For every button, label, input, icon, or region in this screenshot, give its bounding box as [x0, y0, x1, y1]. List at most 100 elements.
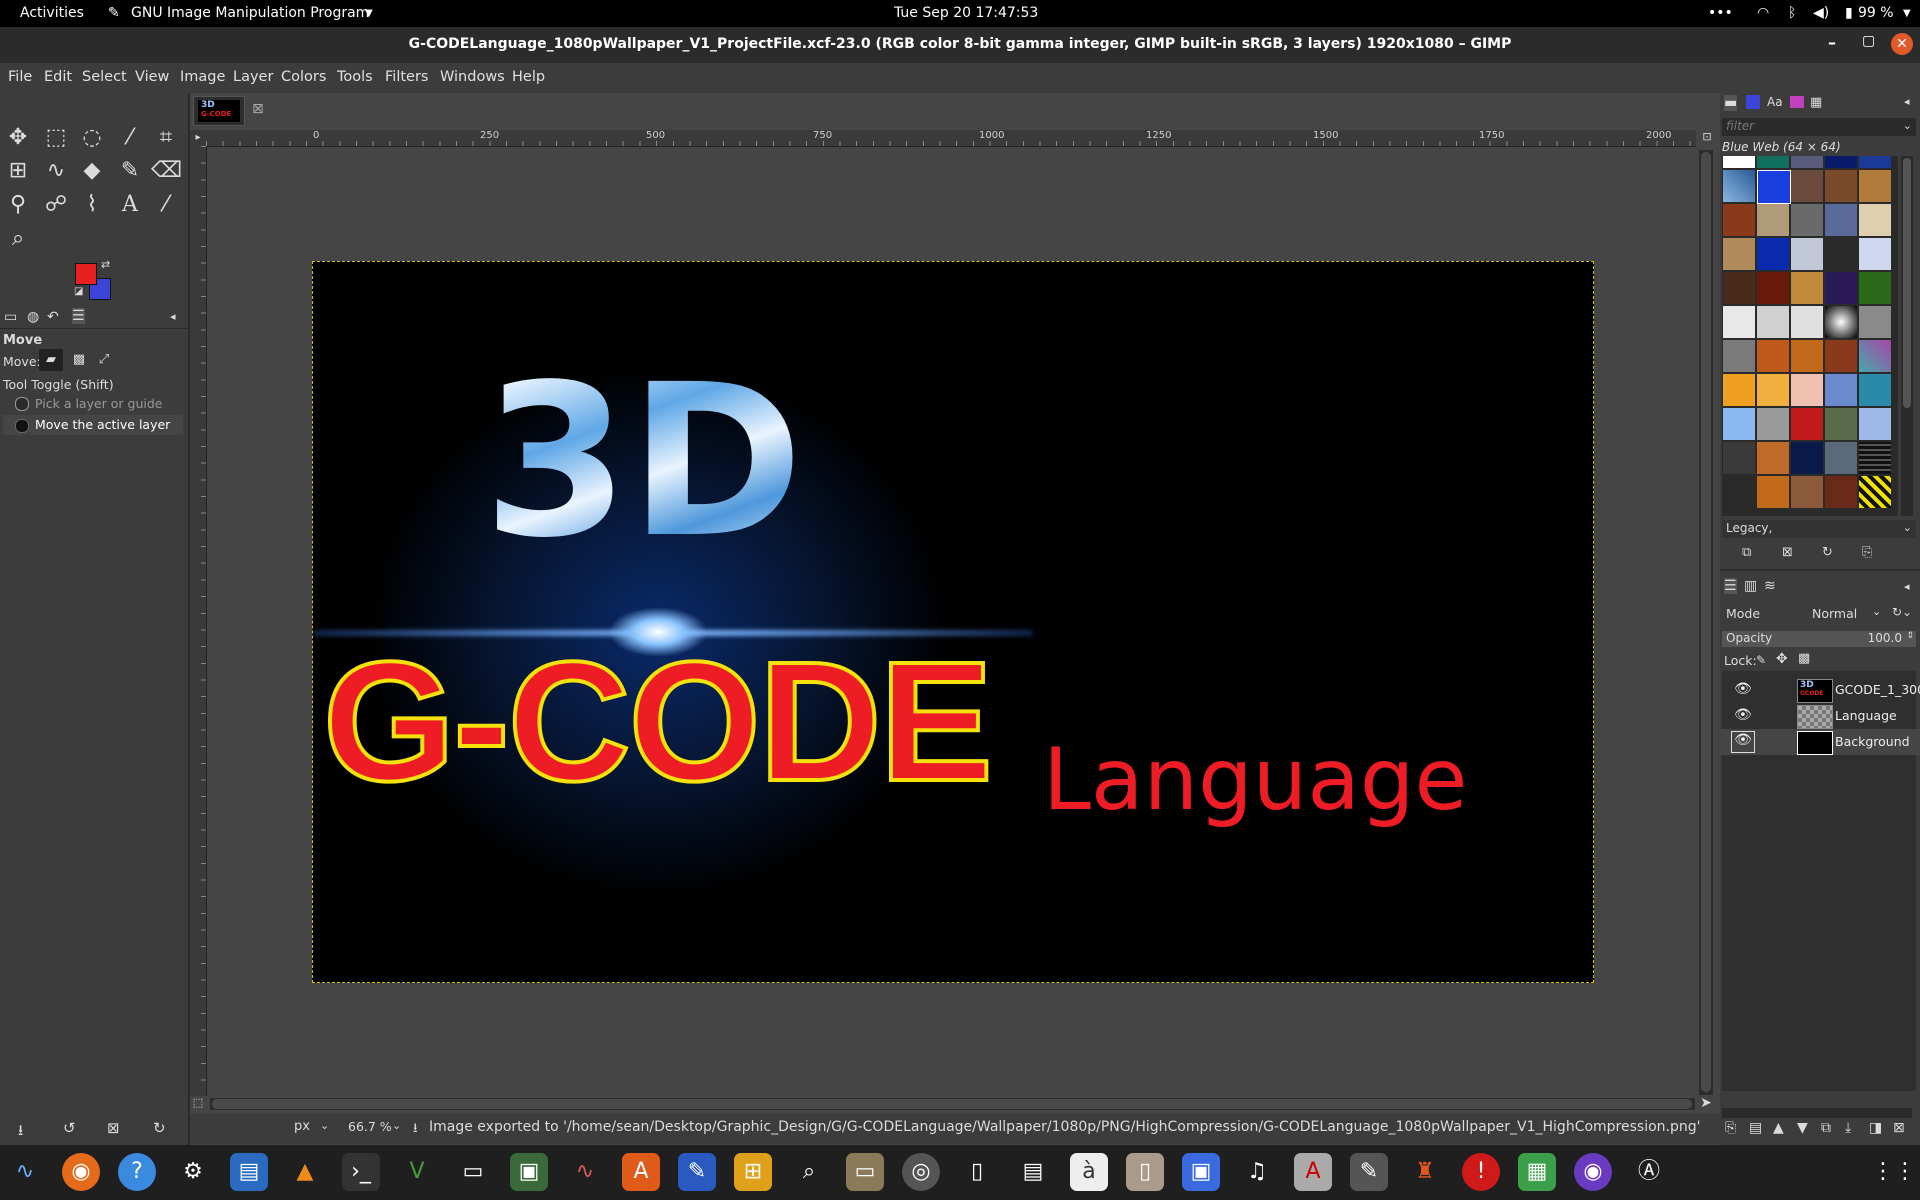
- move-selection-mode-icon[interactable]: ▩: [68, 349, 90, 371]
- lock-alpha-icon[interactable]: ▩: [1798, 651, 1810, 666]
- zoom-follow-icon[interactable]: ⊡: [1697, 130, 1717, 146]
- move-active-layer-radio[interactable]: [15, 419, 29, 433]
- quick-mask-corner-icon[interactable]: ▸: [190, 130, 206, 146]
- navigate-icon[interactable]: ➤: [1697, 1095, 1715, 1113]
- volume-icon[interactable]: ◀): [1813, 5, 1829, 21]
- calculator-icon[interactable]: ⊞: [734, 1153, 772, 1191]
- lock-position-icon[interactable]: ✥: [1776, 651, 1788, 667]
- pattern[interactable]: [1723, 204, 1755, 236]
- pattern[interactable]: [1825, 374, 1857, 406]
- pattern-scrollbar[interactable]: [1901, 156, 1913, 516]
- zoom-select[interactable]: 66.7 % ⌄: [348, 1117, 406, 1139]
- menu-image[interactable]: Image: [180, 69, 225, 85]
- brushes-tab-icon[interactable]: ▬: [1724, 95, 1738, 111]
- pattern[interactable]: [1757, 156, 1789, 168]
- configure-tab-icon[interactable]: ◂: [1904, 95, 1910, 108]
- pattern[interactable]: [1791, 156, 1823, 168]
- system-menu-chevron-icon[interactable]: ▼: [1903, 8, 1911, 19]
- maximize-icon[interactable]: ▢: [1862, 33, 1875, 49]
- pattern[interactable]: [1757, 272, 1789, 304]
- screenshot-icon[interactable]: ◉: [1574, 1153, 1612, 1191]
- pattern[interactable]: [1825, 204, 1857, 236]
- gradients-tab-icon[interactable]: [1790, 96, 1804, 108]
- music-icon[interactable]: ♫: [1238, 1153, 1276, 1191]
- minimize-icon[interactable]: –: [1828, 33, 1836, 52]
- archive-icon[interactable]: ▯: [1126, 1153, 1164, 1191]
- delete-options-icon[interactable]: ⊠: [107, 1119, 120, 1137]
- pattern[interactable]: [1791, 272, 1823, 304]
- save-options-icon[interactable]: ⭳: [18, 1120, 23, 1145]
- software-icon[interactable]: A: [622, 1153, 660, 1191]
- pattern[interactable]: [1825, 272, 1857, 304]
- pattern[interactable]: [1859, 476, 1891, 508]
- pattern[interactable]: [1791, 170, 1823, 202]
- open-as-image-icon[interactable]: ⎘: [1862, 545, 1872, 560]
- duplicate-layer-icon[interactable]: ⧉: [1821, 1120, 1831, 1136]
- menu-tools[interactable]: Tools: [337, 69, 373, 85]
- layer-row-active[interactable]: 👁 Background: [1720, 729, 1920, 755]
- lower-layer-icon[interactable]: ▼: [1797, 1120, 1808, 1136]
- spin-icon[interactable]: ⇕: [1906, 631, 1914, 641]
- menu-layer[interactable]: Layer: [233, 69, 273, 85]
- pattern[interactable]: [1859, 272, 1891, 304]
- pattern[interactable]: [1859, 442, 1891, 474]
- eye-icon[interactable]: 👁: [1731, 731, 1755, 753]
- palettes-tab-icon[interactable]: ▦: [1810, 95, 1822, 110]
- activities-button[interactable]: Activities: [20, 5, 84, 21]
- move-tool-icon[interactable]: ✥: [3, 123, 33, 153]
- pattern[interactable]: [1723, 340, 1755, 372]
- system-monitor-icon[interactable]: ∿: [6, 1153, 44, 1191]
- settings-icon[interactable]: ⚙: [174, 1153, 212, 1191]
- gimp-icon[interactable]: ✎: [1350, 1153, 1388, 1191]
- pattern[interactable]: [1723, 306, 1755, 338]
- clone-icon[interactable]: ⚲: [3, 190, 33, 220]
- pattern[interactable]: [1791, 408, 1823, 440]
- color-picker-icon[interactable]: ⁄: [151, 190, 181, 220]
- raise-layer-icon[interactable]: ▲: [1773, 1120, 1784, 1136]
- pattern[interactable]: [1757, 204, 1789, 236]
- images-tab-icon[interactable]: ☰: [72, 308, 85, 324]
- menu-colors[interactable]: Colors: [281, 69, 326, 85]
- pattern[interactable]: [1825, 476, 1857, 508]
- terminal-icon[interactable]: ›_: [342, 1153, 380, 1191]
- alert-icon[interactable]: !: [1462, 1153, 1500, 1191]
- reset-colors-icon[interactable]: ◪: [74, 286, 83, 297]
- horizontal-scrollbar[interactable]: [210, 1098, 1695, 1110]
- new-layer-icon[interactable]: ⎘: [1725, 1120, 1736, 1136]
- menu-help[interactable]: Help: [512, 69, 545, 85]
- menu-edit[interactable]: Edit: [44, 69, 72, 85]
- pattern[interactable]: [1791, 204, 1823, 236]
- refresh-patterns-icon[interactable]: ↻: [1822, 545, 1833, 560]
- pattern[interactable]: [1723, 272, 1755, 304]
- app-icon[interactable]: ▣: [510, 1153, 548, 1191]
- fonts-tab-icon[interactable]: Aa: [1767, 95, 1783, 109]
- composite-mode-icon[interactable]: ↻⌄: [1892, 605, 1912, 619]
- pattern[interactable]: [1723, 156, 1755, 168]
- delete-pattern-icon[interactable]: ⊠: [1782, 545, 1793, 560]
- character-map-icon[interactable]: à: [1070, 1153, 1108, 1191]
- pattern-selected[interactable]: [1757, 170, 1791, 204]
- menu-filters[interactable]: Filters: [385, 69, 428, 85]
- pattern[interactable]: [1791, 442, 1823, 474]
- dock-separator[interactable]: [1720, 569, 1920, 571]
- pattern[interactable]: [1757, 238, 1789, 270]
- pattern[interactable]: [1825, 408, 1857, 440]
- rect-select-icon[interactable]: ⬚: [41, 123, 71, 153]
- patterns-tab-icon[interactable]: [1746, 95, 1760, 109]
- undo-history-tab-icon[interactable]: ↶: [47, 309, 59, 325]
- vlc-icon[interactable]: ▲: [286, 1153, 324, 1191]
- configure-tab-icon[interactable]: ◂: [170, 310, 176, 323]
- pattern[interactable]: [1859, 408, 1891, 440]
- pattern[interactable]: [1859, 204, 1891, 236]
- horizontal-scrollbar-thumb[interactable]: [212, 1099, 1692, 1109]
- pattern[interactable]: [1825, 156, 1857, 168]
- menu-file[interactable]: File: [8, 69, 32, 85]
- pattern[interactable]: [1859, 306, 1891, 338]
- pattern[interactable]: [1859, 238, 1891, 270]
- configure-tab-icon[interactable]: ◂: [1904, 580, 1910, 593]
- transform-icon[interactable]: ⊞: [3, 156, 33, 186]
- zoom-icon[interactable]: ⌕: [3, 224, 33, 254]
- pattern[interactable]: [1825, 306, 1857, 338]
- duplicate-pattern-icon[interactable]: ⧉: [1742, 545, 1751, 560]
- delete-layer-icon[interactable]: ⊠: [1893, 1120, 1905, 1136]
